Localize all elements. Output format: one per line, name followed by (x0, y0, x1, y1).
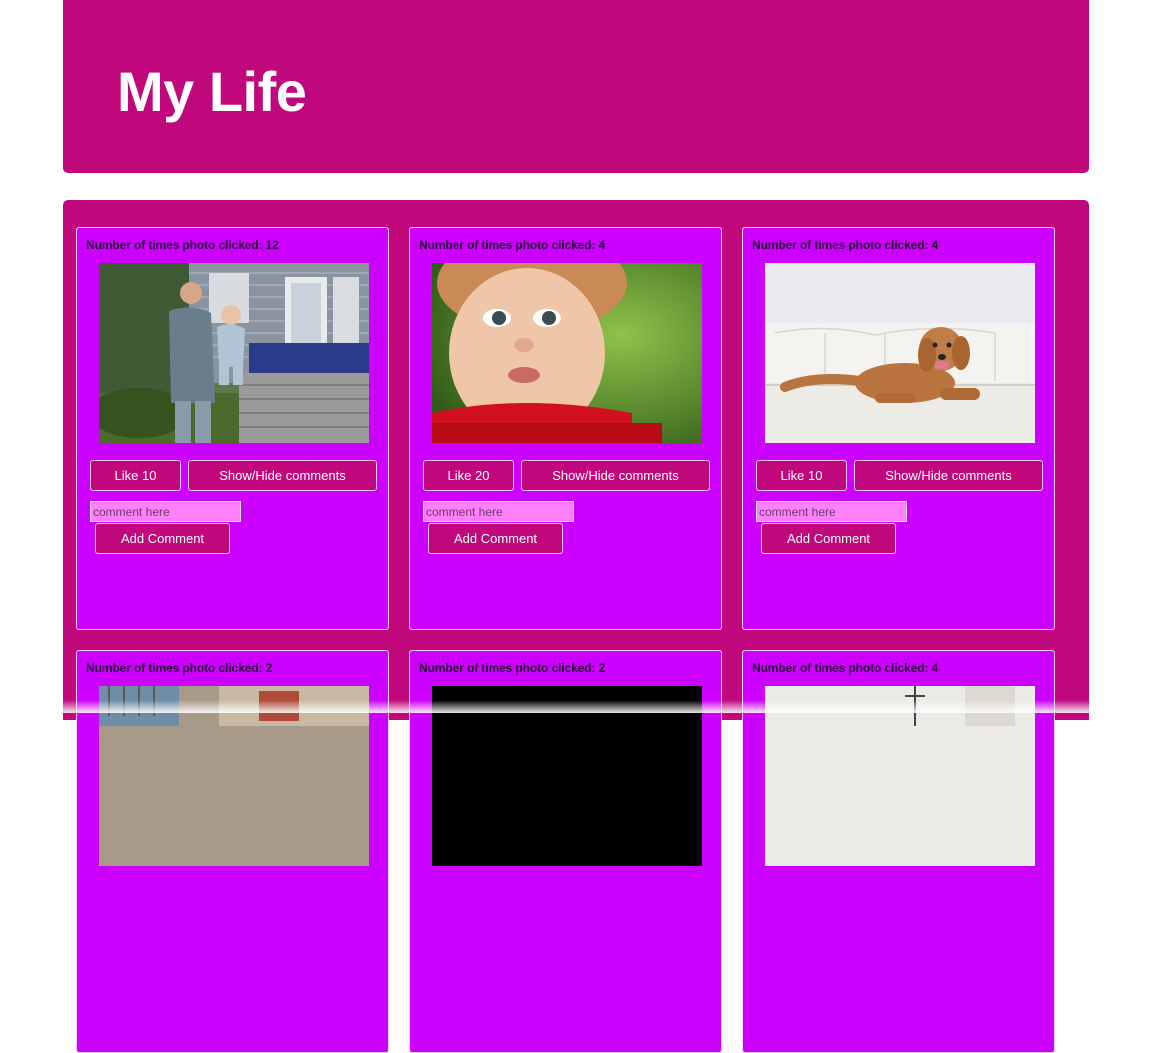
show-hide-comments-button[interactable]: Show/Hide comments (854, 460, 1043, 491)
studio-photo[interactable] (765, 686, 1035, 866)
click-count-label: Number of times photo clicked: 12 (86, 238, 279, 252)
click-count-label: Number of times photo clicked: 4 (752, 661, 939, 675)
show-hide-comments-button[interactable]: Show/Hide comments (521, 460, 710, 491)
comment-input[interactable] (756, 501, 907, 522)
add-comment-button[interactable]: Add Comment (95, 523, 230, 554)
show-hide-comments-button[interactable]: Show/Hide comments (188, 460, 377, 491)
click-count-label: Number of times photo clicked: 4 (752, 238, 939, 252)
photo-card: Number of times photo clicked: 4 (742, 227, 1055, 630)
page-title: My Life (117, 60, 307, 123)
page-header: My Life (63, 0, 1089, 173)
toddler-portrait-photo[interactable] (432, 263, 702, 443)
add-comment-button[interactable]: Add Comment (761, 523, 896, 554)
patio-photo[interactable] (99, 686, 369, 866)
add-comment-button[interactable]: Add Comment (428, 523, 563, 554)
like-button[interactable]: Like 10 (90, 460, 181, 491)
photo-card: Number of times photo clicked: 12 Like 1… (76, 227, 389, 630)
dog-on-couch-photo[interactable] (765, 263, 1035, 443)
click-count-label: Number of times photo clicked: 2 (419, 661, 606, 675)
click-count-label: Number of times photo clicked: 2 (86, 661, 273, 675)
father-and-baby-photo[interactable] (99, 263, 369, 443)
dark-photo[interactable] (432, 686, 702, 866)
like-button[interactable]: Like 20 (423, 460, 514, 491)
photo-card: Number of times photo clicked: 4 (409, 227, 722, 630)
comment-input[interactable] (423, 501, 574, 522)
photo-gallery: Number of times photo clicked: 12 Like 1… (63, 200, 1089, 1053)
comment-input[interactable] (90, 501, 241, 522)
bottom-fade (0, 700, 1157, 713)
like-button[interactable]: Like 10 (756, 460, 847, 491)
click-count-label: Number of times photo clicked: 4 (419, 238, 606, 252)
